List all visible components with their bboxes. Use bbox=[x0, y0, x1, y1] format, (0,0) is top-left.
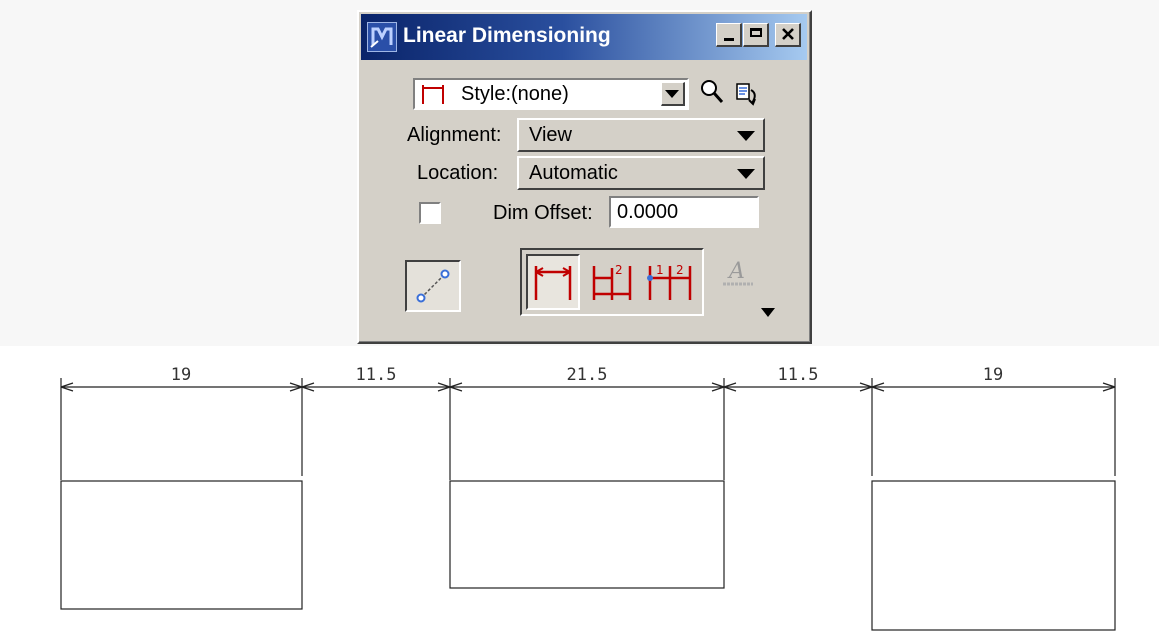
style-dropdown-button[interactable] bbox=[661, 82, 685, 106]
association-icon bbox=[416, 269, 450, 303]
drawing-rectangle bbox=[871, 480, 1116, 631]
location-dropdown[interactable]: Automatic bbox=[517, 156, 765, 190]
dim-offset-value: 0.0000 bbox=[617, 201, 679, 223]
style-value: Style:(none) bbox=[461, 83, 569, 105]
single-dimension-icon bbox=[534, 266, 572, 300]
linear-dimensioning-dialog: Linear Dimensioning Style:(none) Alignme… bbox=[357, 10, 812, 344]
dim-offset-input[interactable]: 0.0000 bbox=[609, 196, 759, 228]
chevron-down-icon bbox=[737, 169, 755, 179]
dimension-style-icon bbox=[422, 85, 444, 104]
alignment-dropdown[interactable]: View bbox=[517, 118, 765, 152]
alignment-label: Alignment: bbox=[407, 124, 502, 146]
dimension-label: 19 bbox=[983, 365, 1003, 385]
svg-text:1: 1 bbox=[656, 263, 664, 277]
alignment-value: View bbox=[529, 124, 572, 146]
chevron-down-icon bbox=[737, 131, 755, 141]
magnifier-icon[interactable] bbox=[699, 78, 725, 106]
svg-text:2: 2 bbox=[676, 263, 684, 277]
style-manager-icon[interactable] bbox=[732, 78, 762, 108]
svg-text:2: 2 bbox=[615, 263, 623, 277]
drawing-canvas: 19 11.5 21.5 11.5 19 bbox=[60, 365, 1116, 631]
close-icon bbox=[781, 28, 794, 40]
triangle-down-icon[interactable] bbox=[759, 306, 777, 320]
title-bar[interactable]: Linear Dimensioning bbox=[361, 14, 807, 60]
minimize-icon bbox=[723, 38, 734, 41]
close-button[interactable] bbox=[775, 23, 801, 47]
chevron-down-icon bbox=[665, 90, 679, 98]
location-value: Automatic bbox=[529, 162, 618, 184]
drawing-rectangle bbox=[60, 480, 303, 610]
minimize-button[interactable] bbox=[716, 23, 742, 47]
dimension-mode-group: 2 1 2 bbox=[520, 248, 704, 316]
drawing-rectangle bbox=[449, 480, 725, 589]
stacked-dimension-button[interactable]: 2 bbox=[586, 254, 640, 310]
chained-dimension-icon: 1 2 bbox=[647, 263, 692, 300]
dim-offset-checkbox[interactable] bbox=[419, 202, 441, 224]
dimension-text-icon[interactable]: A bbox=[719, 256, 759, 290]
drawing-geometry bbox=[60, 378, 1116, 631]
dimension-label: 11.5 bbox=[356, 365, 397, 385]
location-label: Location: bbox=[417, 162, 499, 184]
svg-text:A: A bbox=[727, 259, 745, 284]
dimension-label: 21.5 bbox=[567, 365, 608, 385]
dimension-label: 19 bbox=[171, 365, 191, 385]
maximize-button[interactable] bbox=[743, 23, 769, 47]
style-dropdown[interactable]: Style:(none) bbox=[413, 78, 689, 110]
maximize-icon bbox=[749, 28, 762, 37]
dim-offset-label: Dim Offset: bbox=[493, 202, 593, 224]
chained-dimension-button[interactable]: 1 2 bbox=[644, 254, 700, 310]
microstation-app-icon bbox=[367, 22, 397, 52]
dimension-label: 11.5 bbox=[778, 365, 819, 385]
association-lock-toggle[interactable] bbox=[405, 260, 461, 312]
stacked-dimension-icon: 2 bbox=[592, 263, 632, 300]
window-title: Linear Dimensioning bbox=[403, 24, 611, 47]
single-dimension-button[interactable] bbox=[526, 254, 580, 310]
